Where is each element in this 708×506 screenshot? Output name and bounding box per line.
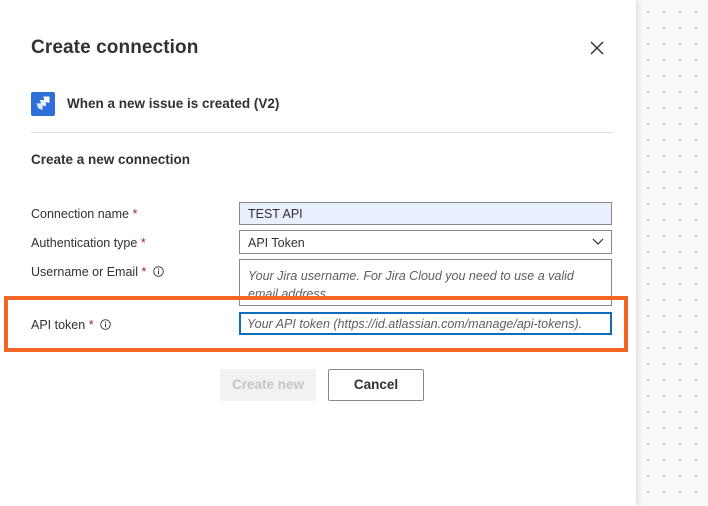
chevron-down-icon	[592, 238, 604, 245]
auth-type-value: API Token	[248, 236, 305, 250]
username-label: Username or Email *	[31, 265, 164, 279]
api-token-input[interactable]: Your API token (https://id.atlassian.com…	[239, 312, 612, 335]
screen: Create connection When a new issue is cr…	[0, 0, 708, 506]
auth-type-label-text: Authentication type	[31, 236, 138, 250]
divider	[31, 132, 612, 133]
auth-type-dropdown[interactable]: API Token	[239, 230, 612, 254]
api-token-placeholder: Your API token (https://id.atlassian.com…	[247, 317, 583, 331]
api-token-label: API token *	[31, 318, 111, 332]
username-label-text: Username or Email	[31, 265, 138, 279]
designer-canvas-background	[636, 0, 708, 506]
connection-name-input[interactable]: TEST API	[239, 202, 612, 225]
username-textarea[interactable]: Your Jira username. For Jira Cloud you n…	[239, 259, 612, 306]
auth-type-label: Authentication type *	[31, 236, 146, 250]
create-connection-panel: Create connection When a new issue is cr…	[0, 0, 636, 506]
required-mark: *	[140, 236, 146, 250]
jira-icon	[31, 92, 55, 116]
connection-name-label: Connection name *	[31, 207, 137, 221]
trigger-title: When a new issue is created (V2)	[67, 96, 280, 111]
dialog-title: Create connection	[31, 37, 199, 58]
info-icon[interactable]	[100, 319, 111, 330]
required-mark: *	[132, 207, 138, 221]
close-button[interactable]	[586, 38, 608, 60]
api-token-label-text: API token	[31, 318, 86, 332]
create-new-button[interactable]: Create new	[220, 369, 316, 401]
required-mark: *	[141, 265, 147, 279]
info-icon[interactable]	[153, 266, 164, 277]
section-title: Create a new connection	[31, 152, 191, 167]
close-icon	[590, 41, 604, 55]
connection-name-label-text: Connection name	[31, 207, 129, 221]
cancel-button[interactable]: Cancel	[328, 369, 424, 401]
required-mark: *	[88, 318, 94, 332]
connection-name-value: TEST API	[248, 207, 303, 221]
username-placeholder: Your Jira username. For Jira Cloud you n…	[248, 269, 574, 299]
